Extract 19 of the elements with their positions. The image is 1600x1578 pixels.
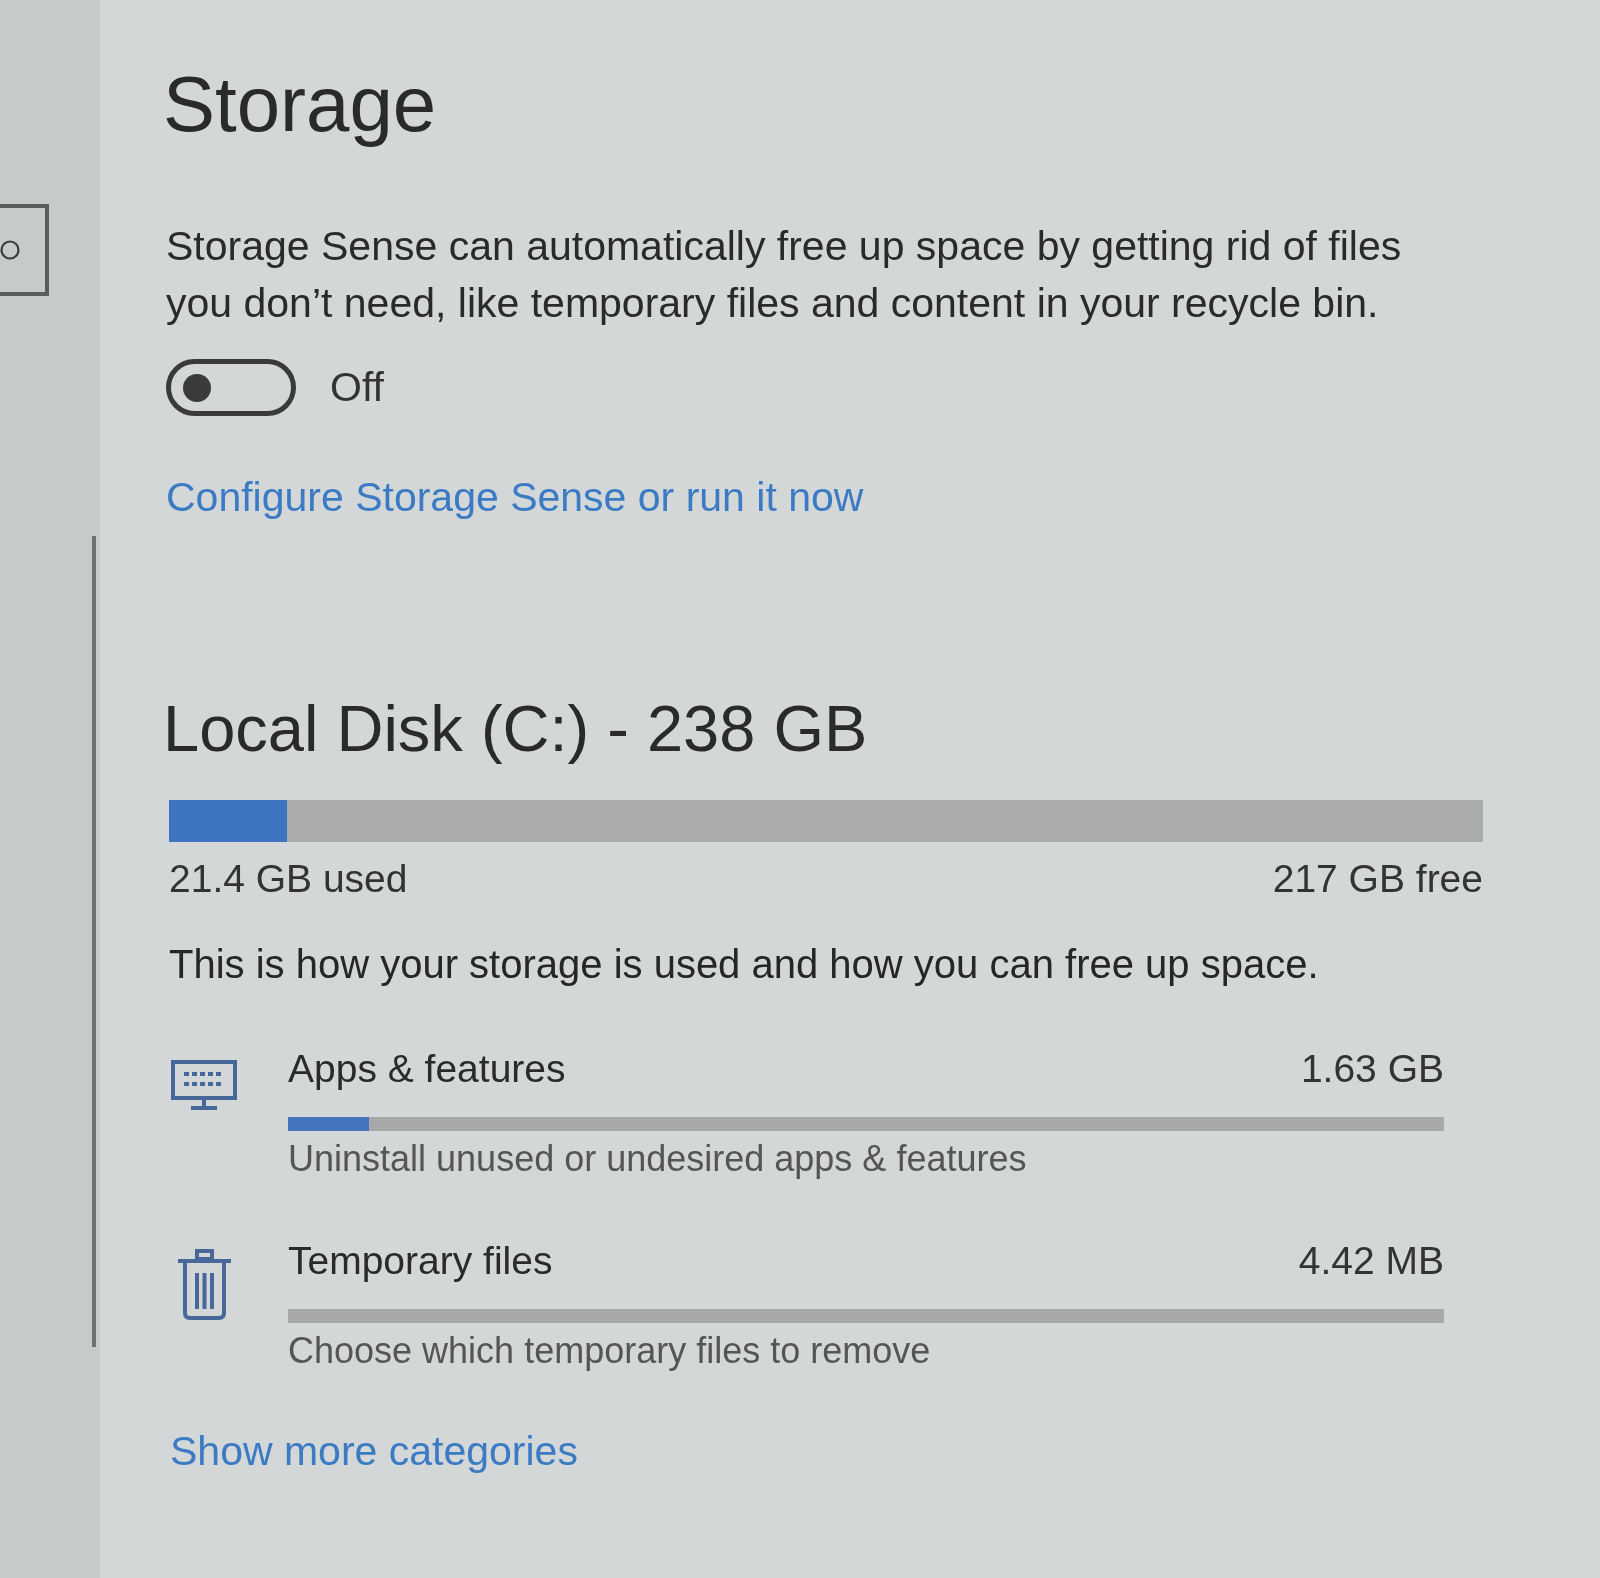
search-field[interactable] (0, 204, 49, 296)
category-title[interactable]: Temporary files (288, 1236, 553, 1286)
usage-description: This is how your storage is used and how you can free up space. (169, 941, 1319, 988)
category-hint: Choose which temporary files to remove (288, 1329, 931, 1373)
search-icon (0, 239, 22, 261)
category-hint: Uninstall unused or undesired apps & features (288, 1137, 1027, 1181)
category-size: 4.42 MB (1298, 1238, 1444, 1284)
description-text: Storage Sense can automatically free up space by getting rid of files you don’t need, like temporary files and content in your recycle bin. (166, 222, 1403, 328)
disk-title: Local Disk (C:) - 238 GB (163, 691, 868, 767)
scrollbar-thumb[interactable] (92, 536, 96, 1347)
monitor-icon (171, 1060, 237, 1112)
used-label: 21.4 GB used (169, 856, 408, 902)
toggle-switch[interactable] (166, 359, 296, 416)
category-title[interactable]: Apps & features (288, 1044, 566, 1094)
category-size: 1.63 GB (1300, 1046, 1444, 1092)
trash-icon (176, 1249, 233, 1320)
toggle-label: Off (330, 363, 384, 412)
free-label: 217 GB free (1272, 856, 1483, 902)
page-title: Storage (163, 59, 437, 150)
